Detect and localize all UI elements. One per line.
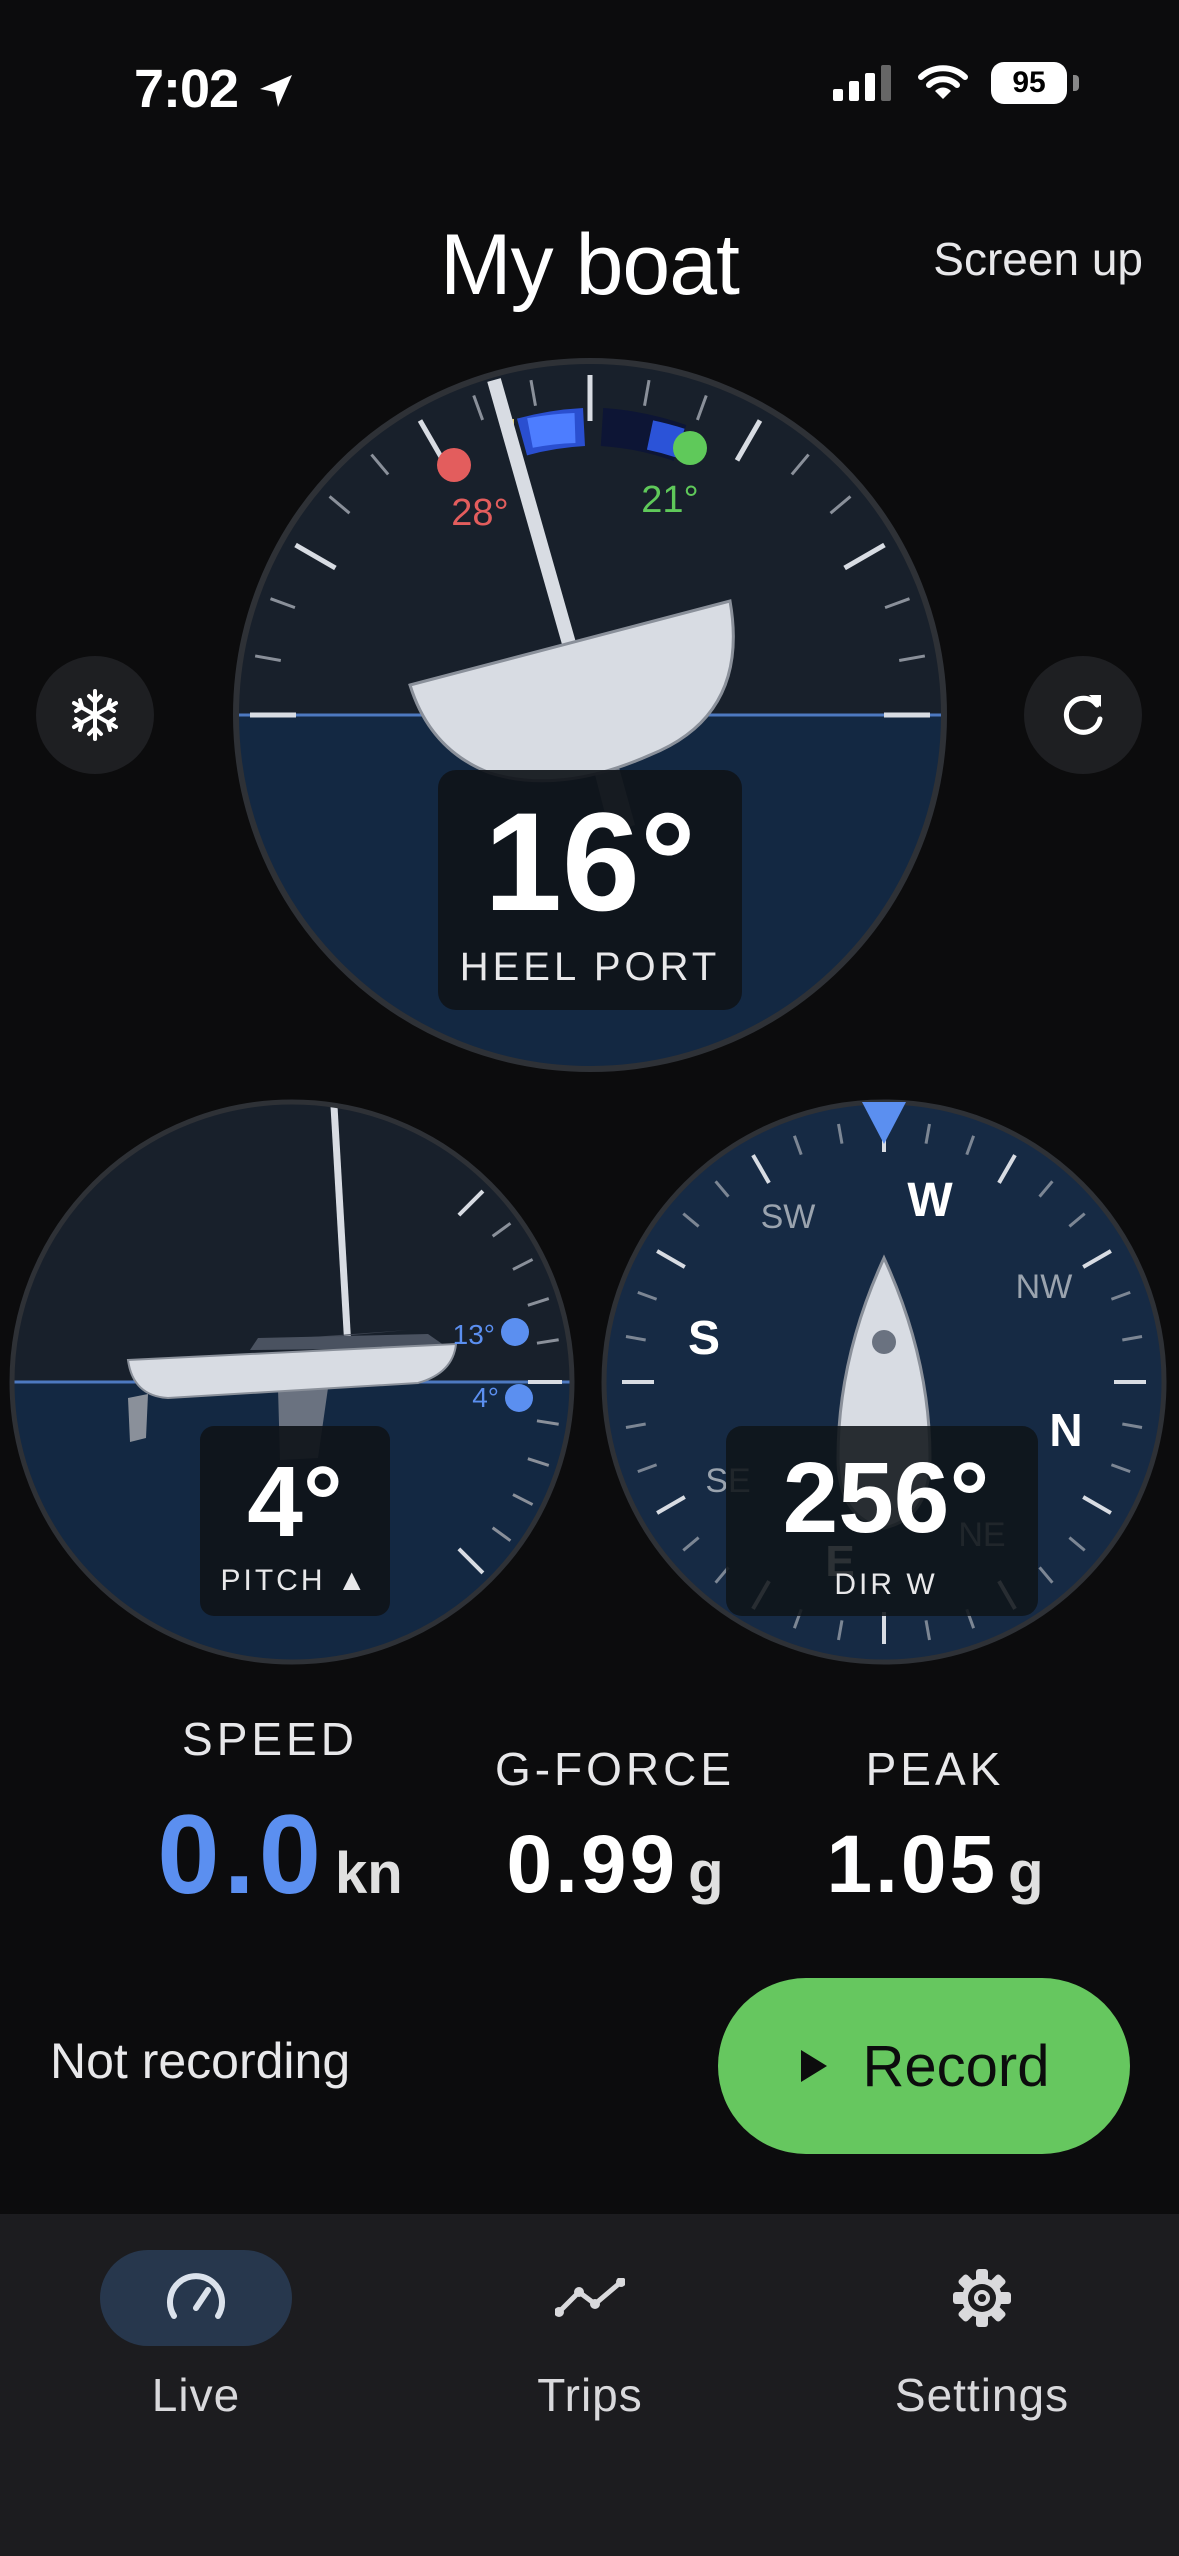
record-label: Record: [862, 2033, 1050, 2099]
pitch-label: PITCH ▲: [220, 1564, 369, 1597]
speed-unit: kn: [335, 1841, 403, 1906]
pitch-rudder: [128, 1394, 148, 1442]
snowflake-icon: [72, 689, 118, 741]
record-button[interactable]: Record: [718, 1978, 1130, 2154]
heel-range-highlight: [527, 413, 576, 448]
wifi-icon: [918, 65, 968, 99]
tab-live-label: Live: [151, 2369, 241, 2421]
pitch-current-dot: [505, 1384, 533, 1412]
gforce-unit: g: [688, 1840, 724, 1905]
port-max-dot: [437, 448, 471, 482]
pitch-value: 4°: [247, 1446, 343, 1558]
play-icon: [800, 2050, 827, 2082]
battery-cap: [1073, 75, 1079, 91]
compass-sw: SW: [761, 1198, 816, 1236]
reset-button[interactable]: [1024, 656, 1142, 774]
starboard-max-label: 21°: [641, 479, 698, 521]
compass-s: S: [688, 1312, 720, 1365]
tab-trips-icon-wrap: [494, 2250, 686, 2346]
tab-trips-label: Trips: [537, 2369, 643, 2421]
recording-status: Not recording: [50, 2033, 351, 2089]
gear-icon: [953, 2269, 1011, 2327]
tab-settings-label: Settings: [894, 2369, 1070, 2421]
gauge-icon: [167, 2273, 225, 2319]
location-arrow-icon: [260, 75, 293, 107]
starboard-max-dot: [673, 431, 707, 465]
pitch-current-label: 4°: [472, 1382, 499, 1413]
pitch-gauge: 4° PITCH ▲ 13° 4°: [9, 1099, 575, 1665]
gforce-label: G-FORCE: [494, 1743, 736, 1795]
compass-mast-dot: [872, 1330, 896, 1354]
status-indicators: 95: [833, 62, 1079, 104]
compass-label: DIR W: [834, 1568, 937, 1601]
tab-settings[interactable]: Settings: [832, 2250, 1132, 2422]
peak-label: PEAK: [865, 1743, 1005, 1795]
signal-icon: [833, 65, 891, 101]
compass-nw: NW: [1016, 1268, 1073, 1306]
tab-live[interactable]: Live: [46, 2250, 346, 2422]
tab-settings-icon-wrap: [886, 2250, 1078, 2346]
pitch-max-label: 13°: [453, 1319, 495, 1350]
battery-indicator: 95: [991, 62, 1067, 104]
speed-readout: 0.0 kn: [120, 1790, 440, 1919]
tab-trips[interactable]: Trips: [440, 2250, 740, 2422]
port-max-label: 28°: [451, 492, 508, 534]
compass-n: N: [1049, 1404, 1082, 1456]
heel-gauge: 16° HEEL PORT 28° 21°: [233, 358, 947, 1072]
speed-label: SPEED: [182, 1713, 358, 1765]
trend-icon: [555, 2278, 625, 2317]
compass-gauge: W S N SW NW SE NE E 256° DIR W: [601, 1099, 1167, 1665]
heel-label: HEEL PORT: [460, 945, 721, 989]
freeze-button[interactable]: [36, 656, 154, 774]
gforce-readout: 0.99 g: [470, 1818, 760, 1912]
screen-up-button[interactable]: Screen up: [933, 232, 1143, 286]
status-time: 7:02: [134, 58, 296, 120]
pitch-max-dot: [501, 1318, 529, 1346]
tab-live-highlight: [100, 2250, 292, 2346]
speed-value: 0.0: [157, 1792, 325, 1917]
compass-value: 256°: [783, 1442, 990, 1554]
heel-value: 16°: [484, 783, 696, 940]
peak-readout: 1.05 g: [790, 1818, 1080, 1912]
gforce-value: 0.99: [506, 1819, 679, 1910]
compass-w: W: [907, 1174, 953, 1227]
refresh-icon: [1063, 695, 1103, 735]
peak-unit: g: [1008, 1840, 1044, 1905]
peak-value: 1.05: [826, 1819, 999, 1910]
